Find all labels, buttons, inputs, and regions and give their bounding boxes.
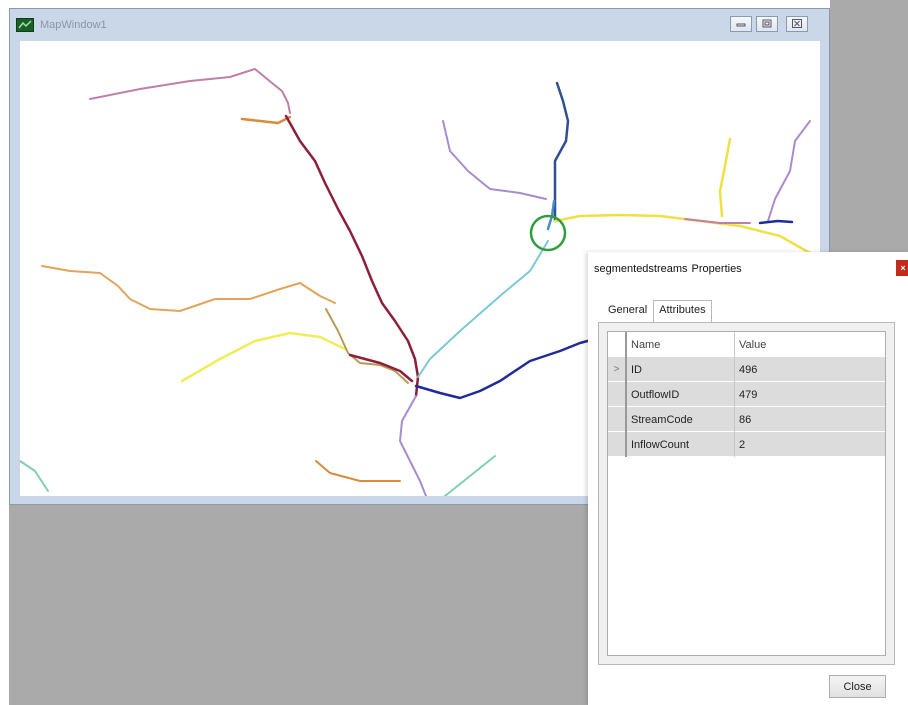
selected-segment-highlight: [529, 214, 567, 252]
stream-segment: [41, 265, 336, 312]
stream-segment: [89, 68, 291, 114]
dialog-title-suffix: Properties: [691, 263, 742, 275]
row-selector: [608, 432, 627, 457]
current-row-marker: >: [608, 357, 627, 382]
close-button[interactable]: Close: [829, 675, 886, 698]
attribute-name: ID: [627, 357, 735, 382]
dialog-title: segmentedstreams Properties: [594, 263, 742, 275]
tab-attributes[interactable]: Attributes: [653, 300, 712, 322]
table-row[interactable]: OutflowID 479: [608, 382, 885, 407]
stream-segment: [20, 460, 49, 492]
stream-segment: [553, 81, 570, 223]
close-icon: [792, 18, 802, 30]
stream-segment: [758, 219, 794, 225]
table-row[interactable]: InflowCount 2: [608, 432, 885, 457]
stream-segment: [240, 115, 292, 125]
tab-general[interactable]: General: [602, 300, 653, 319]
attribute-value[interactable]: 86: [735, 407, 885, 432]
screen-margin-top: [0, 0, 830, 8]
dialog-layer-name: segmentedstreams: [594, 263, 688, 275]
row-selector: [608, 382, 627, 407]
properties-dialog: segmentedstreams Properties × General Att…: [588, 252, 908, 705]
maximize-icon: [762, 19, 772, 30]
close-window-button[interactable]: [786, 16, 808, 32]
grid-header-row: Name Value: [608, 332, 885, 358]
window-title: MapWindow1: [40, 19, 107, 31]
minimize-icon: [736, 19, 746, 29]
attribute-value[interactable]: 496: [735, 357, 885, 382]
stream-segment: [684, 218, 751, 224]
attributes-grid[interactable]: Name Value > ID 496 OutflowID 479 Stream…: [607, 331, 886, 656]
stream-segment: [315, 460, 401, 482]
stream-segment: [180, 331, 347, 383]
attributes-panel: Name Value > ID 496 OutflowID 479 Stream…: [598, 322, 895, 665]
column-header-value[interactable]: Value: [735, 332, 885, 357]
table-row[interactable]: StreamCode 86: [608, 407, 885, 432]
attribute-name: InflowCount: [627, 432, 735, 457]
stream-segment: [444, 455, 496, 496]
minimize-button[interactable]: [730, 16, 752, 32]
screen-margin-left: [0, 0, 9, 705]
stream-segment: [767, 120, 811, 222]
dialog-close-icon[interactable]: ×: [896, 260, 908, 276]
stream-segment: [399, 395, 427, 496]
attribute-name: StreamCode: [627, 407, 735, 432]
map-app-icon: [16, 18, 34, 32]
column-header-name[interactable]: Name: [627, 332, 735, 357]
stream-segment: [718, 137, 732, 218]
stream-segment: [417, 240, 549, 378]
attribute-name: OutflowID: [627, 382, 735, 407]
stream-segment: [284, 114, 420, 398]
attribute-value[interactable]: 2: [735, 432, 885, 457]
table-row[interactable]: > ID 496: [608, 357, 885, 382]
tab-strip: General Attributes: [602, 300, 712, 322]
maximize-button[interactable]: [756, 16, 778, 32]
attribute-value[interactable]: 479: [735, 382, 885, 407]
row-selector-header: [608, 332, 627, 357]
row-selector: [608, 407, 627, 432]
stream-segment: [442, 120, 547, 200]
map-window-titlebar[interactable]: MapWindow1: [10, 9, 829, 43]
